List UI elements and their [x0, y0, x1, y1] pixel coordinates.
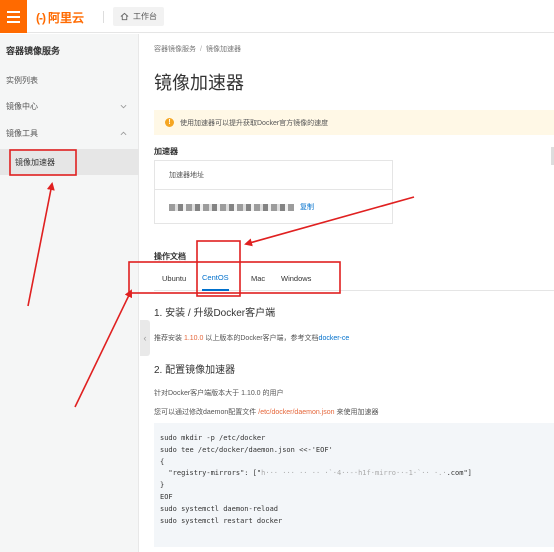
sidebar-item-image-tools[interactable]: 镜像工具	[0, 121, 139, 145]
notice-text: 使用加速器可以提升获取Docker官方镜像的速度	[180, 119, 329, 127]
sidebar-item-instances[interactable]: 实例列表	[0, 68, 139, 92]
code-line: }	[160, 481, 165, 490]
accelerator-heading: 加速器	[154, 147, 178, 156]
redacted-mirror-url: h··· ··· ·· ·· ·`·4··-·h1f·mirro··-1·`··…	[261, 469, 447, 478]
tab-centos[interactable]: CentOS	[202, 266, 229, 291]
version-number: 1.10.0	[183, 335, 204, 342]
sidebar-item-label: 实例列表	[6, 75, 38, 85]
menu-icon[interactable]	[0, 0, 27, 33]
text-fragment: 推荐安装	[154, 335, 184, 342]
breadcrumb-separator: /	[200, 46, 202, 53]
sidebar: 容器镜像服务 实例列表 镜像中心 镜像工具 镜像加速器	[0, 34, 139, 552]
sidebar-title: 容器镜像服务	[6, 46, 61, 56]
brand-mark: (-)	[36, 10, 46, 25]
accelerator-url-redacted	[169, 203, 294, 211]
accelerator-table: 加速器地址 复制	[154, 160, 393, 224]
section-config-text1: 针对Docker客户端版本大于 1.10.0 的用户	[154, 390, 284, 397]
code-line: {	[160, 457, 165, 466]
sidebar-item-image-center[interactable]: 镜像中心	[0, 94, 139, 118]
config-path: /etc/docker/daemon.json	[258, 409, 335, 416]
ops-docs-heading: 操作文档	[154, 252, 186, 261]
main-content: 容器镜像服务 / 镜像加速器 镜像加速器 ! 使用加速器可以提升获取Docker官方…	[150, 34, 554, 552]
code-line: sudo systemctl restart docker	[160, 516, 283, 525]
breadcrumb-link[interactable]: 容器镜像服务	[154, 46, 196, 53]
code-line: sudo mkdir -p /etc/docker	[160, 434, 266, 442]
code-line: sudo systemctl daemon-reload	[160, 504, 279, 513]
accelerator-table-header: 加速器地址	[155, 161, 392, 190]
accelerator-row: 复制	[155, 190, 392, 224]
section-config-text2: 您可以通过修改daemon配置文件 /etc/docker/daemon.jso…	[154, 407, 378, 417]
brand-name: 阿里云	[48, 11, 85, 25]
tab-windows[interactable]: Windows	[281, 266, 311, 291]
section-install-text: 推荐安装 1.10.0 以上版本的Docker客户端，参考文档docker-ce	[154, 333, 349, 343]
breadcrumb: 容器镜像服务 / 镜像加速器	[154, 44, 241, 54]
sidebar-item-label: 镜像工具	[6, 128, 38, 138]
breadcrumb-current: 镜像加速器	[205, 46, 241, 53]
copy-link[interactable]: 复制	[300, 202, 314, 212]
code-text: .com"]	[446, 469, 472, 478]
sidebar-item-label: 镜像中心	[6, 101, 38, 111]
info-icon: !	[165, 118, 174, 127]
chevron-down-icon	[120, 104, 127, 108]
section-install-title: 1. 安装 / 升级Docker客户端	[154, 308, 276, 319]
home-icon	[120, 12, 129, 21]
chevron-up-icon	[120, 131, 127, 135]
text-fragment: 来使用加速器	[334, 409, 379, 416]
workbench-button[interactable]: 工作台	[113, 7, 164, 26]
top-bar: (-) 阿里云 工作台	[0, 0, 554, 33]
docker-ce-link[interactable]: docker-ce	[319, 335, 350, 342]
divider	[103, 11, 104, 23]
text-fragment: 您可以通过修改daemon配置文件	[154, 409, 259, 416]
sidebar-item-label: 镜像加速器	[15, 158, 55, 167]
sidebar-collapse-button[interactable]: ‹	[140, 320, 150, 356]
code-line: sudo tee /etc/docker/daemon.json <<-'EOF…	[160, 445, 333, 454]
brand-logo[interactable]: (-) 阿里云	[36, 9, 84, 26]
notice-banner: ! 使用加速器可以提升获取Docker官方镜像的速度	[154, 110, 554, 135]
tab-mac[interactable]: Mac	[251, 266, 265, 291]
text-fragment: 以上版本的Docker客户端，参考文档	[203, 335, 319, 342]
code-block[interactable]: sudo mkdir -p /etc/docker sudo tee /etc/d…	[154, 423, 554, 547]
code-line: EOF	[160, 492, 173, 501]
code-line: "registry-mirrors": ["h··· ··· ·· ·· ·`·…	[160, 468, 554, 480]
code-text: "registry-mirrors": ["	[160, 469, 262, 478]
tab-ubuntu[interactable]: Ubuntu	[162, 266, 186, 291]
os-tabs: Ubuntu CentOS Mac Windows	[154, 266, 554, 291]
sidebar-item-mirror-accelerator[interactable]: 镜像加速器	[0, 149, 139, 175]
workbench-label: 工作台	[133, 12, 157, 21]
section-config-title: 2. 配置镜像加速器	[154, 365, 236, 376]
page-title: 镜像加速器	[154, 73, 244, 93]
